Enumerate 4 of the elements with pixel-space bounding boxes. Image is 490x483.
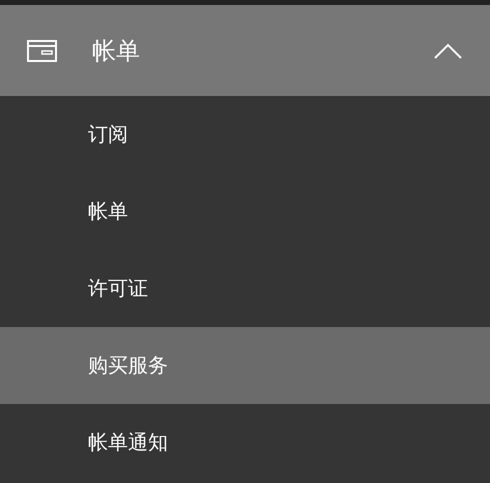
menu-item[interactable]: 购买服务 <box>0 327 490 404</box>
chevron-up-icon <box>434 42 462 58</box>
card-icon <box>27 40 57 62</box>
billing-menu-header[interactable]: 帐单 <box>0 5 490 96</box>
